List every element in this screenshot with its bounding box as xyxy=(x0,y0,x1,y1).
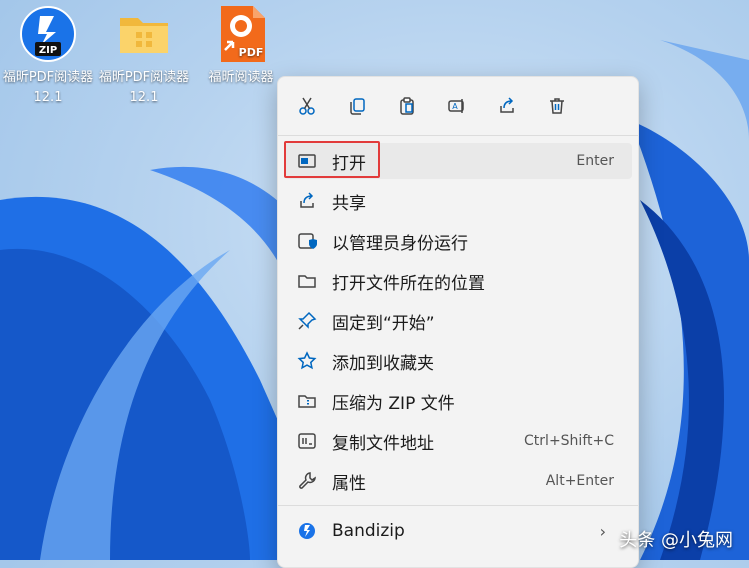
menu-separator xyxy=(278,505,638,506)
menu-item-open-location[interactable]: 打开文件所在的位置 xyxy=(284,263,632,299)
zip-folder-icon xyxy=(296,390,318,412)
paste-icon xyxy=(400,97,414,115)
folder-icon xyxy=(114,4,174,64)
menu-item-compress-zip[interactable]: 压缩为 ZIP 文件 xyxy=(284,383,632,419)
watermark: 头条 @小兔网 xyxy=(619,530,733,551)
menu-item-label: 以管理员身份运行 xyxy=(332,233,468,254)
menu-item-label: Bandizip xyxy=(332,521,405,541)
copy-icon xyxy=(350,98,365,115)
menu-item-label: 添加到收藏夹 xyxy=(332,353,434,374)
menu-item-copy-path[interactable]: 复制文件地址 Ctrl+Shift+C xyxy=(284,423,632,459)
delete-icon xyxy=(550,98,564,114)
pdf-badge-text: PDF xyxy=(239,46,264,59)
foxit-pdf-icon: PDF xyxy=(211,4,271,64)
copy-path-icon xyxy=(296,430,318,452)
copy-button[interactable] xyxy=(340,89,374,123)
desktop-icon-zip-app[interactable]: ZIP 福昕PDF阅读器 12.1 xyxy=(0,4,96,108)
menu-item-add-favorites[interactable]: 添加到收藏夹 xyxy=(284,343,632,379)
zip-badge-text: ZIP xyxy=(39,45,57,56)
menu-item-label: 固定到“开始” xyxy=(332,313,435,334)
paste-button[interactable] xyxy=(390,89,424,123)
menu-item-label: 复制文件地址 xyxy=(332,433,434,454)
cut-button[interactable] xyxy=(290,89,324,123)
desktop-icon-foxit[interactable]: PDF 福昕阅读器 xyxy=(193,4,289,88)
menu-item-bandizip[interactable]: Bandizip › xyxy=(284,513,632,549)
menu-item-properties[interactable]: 属性 Alt+Enter xyxy=(284,463,632,499)
star-icon xyxy=(296,350,318,372)
bandizip-icon xyxy=(296,520,318,542)
menu-separator xyxy=(278,135,638,136)
menu-item-pin-to-start[interactable]: 固定到“开始” xyxy=(284,303,632,339)
menu-item-label: 属性 xyxy=(332,473,366,494)
rename-button[interactable]: A xyxy=(440,89,474,123)
menu-item-shortcut: Alt+Enter xyxy=(545,473,614,489)
delete-button[interactable] xyxy=(540,89,574,123)
wrench-icon xyxy=(296,470,318,492)
pin-icon xyxy=(296,310,318,332)
menu-item-label: 压缩为 ZIP 文件 xyxy=(332,393,455,414)
menu-item-shortcut: Ctrl+Shift+C xyxy=(524,433,614,449)
menu-item-run-as-admin[interactable]: 以管理员身份运行 xyxy=(284,223,632,259)
chevron-right-icon: › xyxy=(599,521,606,541)
share-icon xyxy=(500,97,514,113)
menu-item-label: 共享 xyxy=(332,193,366,214)
cut-icon xyxy=(299,97,315,115)
admin-shield-icon xyxy=(296,230,318,252)
folder-open-icon xyxy=(296,270,318,292)
share-icon xyxy=(296,190,318,212)
menu-item-shortcut: Enter xyxy=(576,153,614,169)
menu-item-share[interactable]: 共享 xyxy=(284,183,632,219)
desktop-icon-label: 福昕PDF阅读器 12.1 xyxy=(98,70,190,105)
rename-icon: A xyxy=(448,99,464,113)
desktop-icon-label: 福昕PDF阅读器 12.1 xyxy=(2,70,94,105)
context-menu-toolbar: A xyxy=(278,77,638,135)
zip-app-icon: ZIP xyxy=(18,4,78,64)
desktop-icon-folder[interactable]: 福昕PDF阅读器 12.1 xyxy=(96,4,192,108)
highlight-box xyxy=(284,141,380,178)
svg-text:A: A xyxy=(452,102,458,111)
share-button[interactable] xyxy=(490,89,524,123)
desktop-icon-label: 福昕阅读器 xyxy=(208,70,274,85)
menu-item-label: 打开文件所在的位置 xyxy=(332,273,485,294)
